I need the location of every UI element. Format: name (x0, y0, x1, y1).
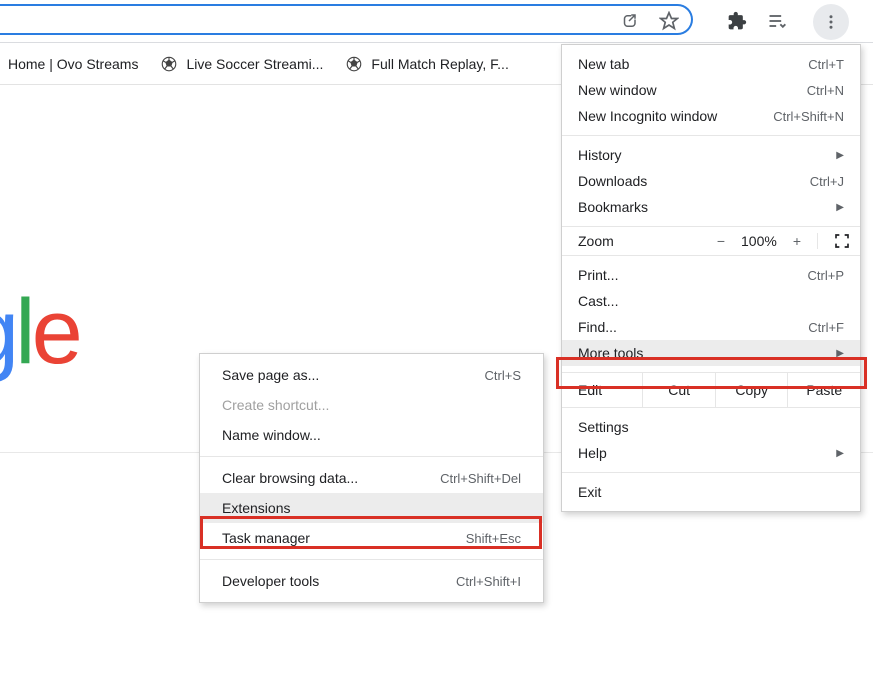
menu-print[interactable]: Print... Ctrl+P (562, 262, 860, 288)
menu-shortcut: Ctrl+N (807, 83, 844, 98)
submenu-developer-tools[interactable]: Developer tools Ctrl+Shift+I (200, 566, 543, 596)
bookmark-item[interactable]: Full Match Replay, F... (345, 55, 508, 73)
submenu-save-page[interactable]: Save page as... Ctrl+S (200, 360, 543, 390)
menu-label: Task manager (222, 530, 466, 546)
menu-new-window[interactable]: New window Ctrl+N (562, 77, 860, 103)
kebab-menu-button[interactable] (813, 4, 849, 40)
menu-label: Edit (562, 373, 642, 407)
bookmark-label: Home | Ovo Streams (8, 56, 138, 72)
menu-shortcut: Ctrl+Shift+Del (440, 471, 521, 486)
menu-new-incognito[interactable]: New Incognito window Ctrl+Shift+N (562, 103, 860, 129)
google-logo-fragment: gle (0, 280, 79, 385)
menu-label: Save page as... (222, 367, 485, 383)
menu-label: Zoom (578, 233, 614, 249)
zoom-value: 100% (741, 233, 777, 249)
menu-shortcut: Ctrl+F (808, 320, 844, 335)
bookmark-label: Live Soccer Streami... (186, 56, 323, 72)
menu-label: Create shortcut... (222, 397, 521, 413)
menu-help[interactable]: Help ▶ (562, 440, 860, 466)
menu-shortcut: Ctrl+S (485, 368, 521, 383)
menu-label: Settings (578, 419, 844, 435)
menu-shortcut: Ctrl+P (808, 268, 844, 283)
bookmark-label: Full Match Replay, F... (371, 56, 508, 72)
menu-settings[interactable]: Settings (562, 414, 860, 440)
menu-label: New Incognito window (578, 108, 773, 124)
menu-label: New tab (578, 56, 808, 72)
menu-label: Print... (578, 267, 808, 283)
menu-label: More tools (578, 345, 836, 361)
cut-button[interactable]: Cut (642, 373, 715, 407)
zoom-out-button[interactable]: − (717, 233, 725, 249)
menu-shortcut: Ctrl+T (808, 57, 844, 72)
menu-edit-row: Edit Cut Copy Paste (562, 373, 860, 408)
omnibox[interactable] (0, 4, 693, 35)
share-icon[interactable] (615, 7, 643, 35)
menu-shortcut: Ctrl+Shift+I (456, 574, 521, 589)
bookmark-star-icon[interactable] (655, 7, 683, 35)
soccer-icon (160, 55, 178, 73)
menu-label: Find... (578, 319, 808, 335)
bookmark-item[interactable]: Home | Ovo Streams (8, 56, 138, 72)
menu-label: Downloads (578, 173, 810, 189)
menu-label: Bookmarks (578, 199, 836, 215)
submenu-task-manager[interactable]: Task manager Shift+Esc (200, 523, 543, 553)
menu-label: Clear browsing data... (222, 470, 440, 486)
menu-label: Cast... (578, 293, 844, 309)
chrome-main-menu: New tab Ctrl+T New window Ctrl+N New Inc… (561, 44, 861, 512)
chevron-right-icon: ▶ (836, 202, 844, 213)
menu-bookmarks[interactable]: Bookmarks ▶ (562, 194, 860, 220)
menu-label: Help (578, 445, 836, 461)
menu-label: Extensions (222, 500, 521, 516)
menu-exit[interactable]: Exit (562, 479, 860, 505)
zoom-in-button[interactable]: + (793, 233, 801, 249)
menu-shortcut: Ctrl+J (810, 174, 844, 189)
menu-cast[interactable]: Cast... (562, 288, 860, 314)
paste-button[interactable]: Paste (787, 373, 860, 407)
menu-label: New window (578, 82, 807, 98)
copy-button[interactable]: Copy (715, 373, 788, 407)
extensions-puzzle-icon[interactable] (723, 7, 751, 35)
fullscreen-button[interactable] (817, 233, 850, 249)
chevron-right-icon: ▶ (836, 448, 844, 459)
menu-more-tools[interactable]: More tools ▶ (562, 340, 860, 366)
menu-find[interactable]: Find... Ctrl+F (562, 314, 860, 340)
menu-label: Developer tools (222, 573, 456, 589)
submenu-clear-browsing[interactable]: Clear browsing data... Ctrl+Shift+Del (200, 463, 543, 493)
menu-new-tab[interactable]: New tab Ctrl+T (562, 51, 860, 77)
menu-label: Exit (578, 484, 844, 500)
soccer-icon (345, 55, 363, 73)
bookmark-item[interactable]: Live Soccer Streami... (160, 55, 323, 73)
reading-list-icon[interactable] (763, 7, 791, 35)
submenu-name-window[interactable]: Name window... (200, 420, 543, 450)
chevron-right-icon: ▶ (836, 150, 844, 161)
menu-label: History (578, 147, 836, 163)
menu-shortcut: Shift+Esc (466, 531, 521, 546)
menu-zoom-row: Zoom − 100% + (562, 227, 860, 256)
menu-downloads[interactable]: Downloads Ctrl+J (562, 168, 860, 194)
chevron-right-icon: ▶ (836, 348, 844, 359)
menu-history[interactable]: History ▶ (562, 142, 860, 168)
menu-shortcut: Ctrl+Shift+N (773, 109, 844, 124)
more-tools-submenu: Save page as... Ctrl+S Create shortcut..… (199, 353, 544, 603)
menu-label: Name window... (222, 427, 521, 443)
submenu-extensions[interactable]: Extensions (200, 493, 543, 523)
submenu-create-shortcut: Create shortcut... (200, 390, 543, 420)
